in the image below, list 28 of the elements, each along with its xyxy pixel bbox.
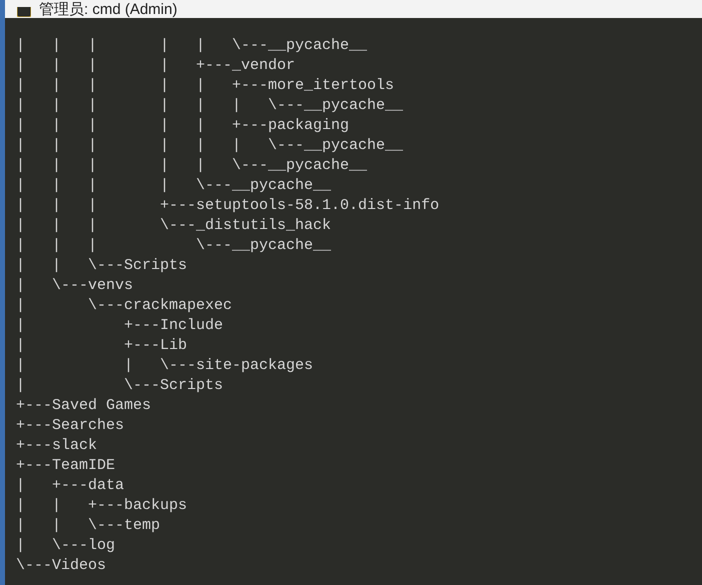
tree-line: | \---venvs [16,276,134,296]
tree-line: | | | +---setuptools-58.1.0.dist-info [16,196,440,216]
tree-line: | \---Scripts [16,376,224,396]
tree-line: | | | | | \---__pycache__ [16,156,368,176]
tree-line: | | | | +---_vendor [16,56,296,76]
tree-line: | | | | | +---packaging [16,116,350,136]
tree-line: | +---Include [16,316,224,336]
tree-line: \---Videos [16,556,106,576]
tree-line: | | | | | +---more_itertools [16,76,394,96]
tree-line: | \---crackmapexec [16,296,232,316]
tree-line: | | | | | | \---__pycache__ [16,96,404,116]
tree-line: +---TeamIDE [16,456,116,476]
tree-line: | | \---temp [16,516,160,536]
tree-line: +---Saved Games [16,396,152,416]
tree-line: | | | \---__pycache__ [16,236,332,256]
tree-line: | \---log [16,536,116,556]
window-title: 管理员: cmd (Admin) [39,2,178,17]
tree-line: | | | | \---__pycache__ [16,176,332,196]
tree-line: | +---data [16,476,124,496]
tree-line: | +---Lib [16,336,188,356]
tree-line: | | +---backups [16,496,188,516]
tree-line: | | | \---_distutils_hack [16,216,332,236]
tree-line: | | | | | | \---__pycache__ [16,136,404,156]
tree-line: | | \---site-packages [16,356,314,376]
tree-line: | | | | | \---__pycache__ [16,36,368,56]
tree-line: +---slack [16,436,98,456]
tree-line: +---Searches [16,416,124,436]
tree-line: | | \---Scripts [16,256,188,276]
